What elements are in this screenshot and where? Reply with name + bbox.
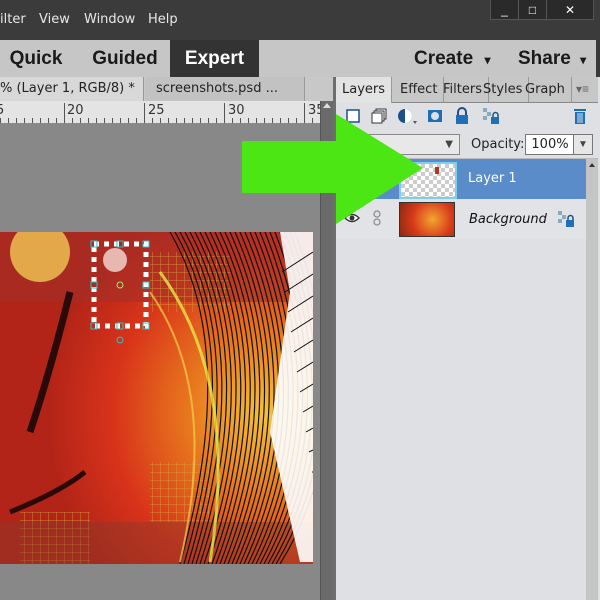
panel-menu-icon[interactable]: ▾≡ [576,82,589,96]
panel-tabs: Layers Effect Filters Styles Graph ▾≡ [336,77,598,103]
doc-tab-screenshots[interactable]: screenshots.psd ... × [145,77,305,120]
tab-layers[interactable]: Layers [336,77,393,103]
chevron-down-icon: ▾ [580,53,587,67]
layers-scrollbar[interactable] [586,159,598,600]
close-button[interactable]: ✕ [547,0,593,19]
create-label: Create [414,48,474,69]
share-label: Share [518,48,571,69]
mode-bar: Quick Guided Expert Create ▾ Share ▾ [0,40,596,77]
mode-expert[interactable]: Expert [170,40,259,77]
tab-graphics[interactable]: Graph [519,77,572,102]
window-controls: _ □ ✕ [490,0,594,20]
new-group-icon[interactable] [370,107,388,125]
lock-transparency-icon [558,211,574,227]
lock-all-icon[interactable] [453,107,471,125]
menu-window[interactable]: Window [84,12,135,27]
blend-opacity-row: al ▼ Opacity: 100% ▼ [336,130,598,159]
eye-icon[interactable] [344,212,360,224]
adjustment-layer-icon[interactable] [396,107,420,125]
new-layer-icon[interactable] [344,107,362,125]
reference-point[interactable] [116,281,124,289]
scroll-up-icon[interactable] [589,163,595,167]
layer-row-layer1[interactable]: Layer 1 [336,159,586,199]
blend-mode-value: al [361,137,373,152]
layer-mask-icon[interactable] [426,107,444,125]
opacity-input[interactable]: 100% [525,134,575,155]
doc-tab-active[interactable]: % (Layer 1, RGB/8) * × [0,77,144,120]
canvas-vertical-scrollbar[interactable] [320,101,334,600]
layer-name[interactable]: Layer 1 [468,171,517,186]
menu-help[interactable]: Help [148,12,178,27]
chevron-down-icon: ▼ [445,139,453,150]
doc-tab-label: % (Layer 1, RGB/8) * [0,81,135,96]
chevron-down-icon: ▾ [484,53,491,67]
menu-view[interactable]: View [39,12,70,27]
selection-marquee[interactable] [0,232,313,564]
menu-filter[interactable]: ilter [0,12,26,27]
create-button[interactable]: Create ▾ [414,40,504,77]
opacity-label: Opacity: [471,137,525,152]
lock-transparency-icon[interactable] [482,107,500,125]
delete-layer-icon[interactable] [571,107,589,125]
background-thumbnail[interactable] [399,202,455,237]
layers-toolbar [336,103,598,129]
maximize-icon: □ [528,2,537,17]
ruler-label: 30 [228,103,245,118]
minimize-icon: _ [501,2,508,17]
share-button[interactable]: Share ▾ [518,40,598,77]
mode-quick[interactable]: Quick [0,40,72,77]
layers-panel: Layers Effect Filters Styles Graph ▾≡ al… [333,77,600,600]
layer-thumbnail[interactable] [399,162,457,199]
maximize-button[interactable]: □ [519,0,547,19]
layer-row-background[interactable]: Background [336,199,586,239]
opacity-dropdown-button[interactable]: ▼ [573,134,593,155]
minimize-button[interactable]: _ [491,0,519,19]
ruler-label: 20 [67,103,84,118]
layer-thumbnail-content [435,167,439,174]
link-icon[interactable] [373,210,381,226]
ruler-label: 5 [0,103,4,118]
artwork-image[interactable] [0,232,313,564]
blend-mode-dropdown[interactable]: al ▼ [342,134,460,155]
document-tabs: % (Layer 1, RGB/8) * × screenshots.psd .… [0,77,333,120]
ruler-label: 25 [148,103,165,118]
doc-tab-label: screenshots.psd ... [156,81,278,96]
close-icon: ✕ [564,2,576,17]
layer-name[interactable]: Background [469,212,547,227]
rotate-handle[interactable] [116,336,124,344]
mode-guided[interactable]: Guided [85,40,165,77]
horizontal-ruler: 5 20 25 30 35 [0,101,322,124]
scroll-up-icon[interactable] [323,103,331,108]
